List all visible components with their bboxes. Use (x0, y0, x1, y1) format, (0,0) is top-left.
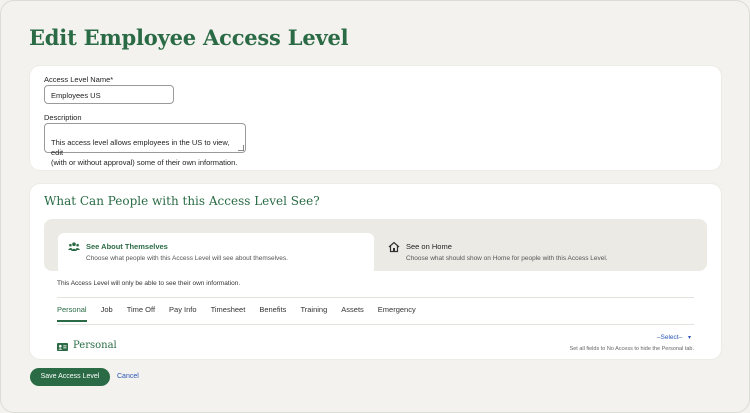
save-access-level-button[interactable]: Save Access Level (30, 368, 110, 386)
access-level-name-input[interactable]: Employees US (44, 85, 174, 104)
tab-timesheet[interactable]: Timesheet (211, 305, 246, 322)
visibility-segmented-control: See About Themselves Choose what people … (44, 219, 707, 271)
cancel-link[interactable]: Cancel (117, 373, 139, 380)
option-description: Choose what people with this Access Leve… (86, 255, 288, 262)
category-tabs: Personal Job Time Off Pay Info Timesheet… (57, 305, 430, 322)
tab-personal[interactable]: Personal (57, 305, 87, 322)
personal-section-title: Personal (73, 340, 117, 351)
page-title: Edit Employee Access Level (29, 25, 349, 50)
tab-training[interactable]: Training (300, 305, 327, 322)
divider (57, 297, 694, 298)
people-icon (68, 242, 80, 251)
tab-assets[interactable]: Assets (341, 305, 364, 322)
option-see-on-home[interactable]: See on Home Choose what should show on H… (386, 233, 686, 271)
description-text: This access level allows employees in th… (51, 138, 238, 167)
visibility-section-title: What Can People with this Access Level S… (44, 194, 320, 208)
option-description: Choose what should show on Home for peop… (406, 255, 608, 262)
select-dropdown[interactable]: –Select– ▾ (657, 334, 691, 341)
option-see-about-themselves[interactable]: See About Themselves Choose what people … (58, 233, 374, 271)
home-icon (388, 241, 400, 253)
tab-job[interactable]: Job (101, 305, 113, 322)
tab-emergency[interactable]: Emergency (378, 305, 416, 322)
description-textarea[interactable]: This access level allows employees in th… (44, 123, 246, 167)
tab-benefits[interactable]: Benefits (259, 305, 286, 322)
description-label: Description (44, 113, 82, 122)
select-hint: Set all fields to No Access to hide the … (569, 346, 694, 352)
resize-grip-icon[interactable] (238, 145, 244, 151)
access-level-name-label: Access Level Name* (44, 75, 114, 84)
access-level-details-card: Access Level Name* Employees US Descript… (30, 66, 721, 170)
visibility-note: This Access Level will only be able to s… (57, 280, 241, 287)
option-label: See About Themselves (86, 242, 168, 251)
tabs-divider (57, 324, 694, 325)
chevron-down-icon: ▾ (687, 335, 691, 341)
app-window: Edit Employee Access Level Access Level … (0, 0, 750, 413)
id-card-icon (57, 343, 68, 351)
visibility-card: What Can People with this Access Level S… (30, 184, 721, 359)
tab-time-off[interactable]: Time Off (127, 305, 155, 322)
tab-pay-info[interactable]: Pay Info (169, 305, 197, 322)
option-label: See on Home (406, 242, 452, 251)
select-label: –Select– (656, 334, 683, 341)
